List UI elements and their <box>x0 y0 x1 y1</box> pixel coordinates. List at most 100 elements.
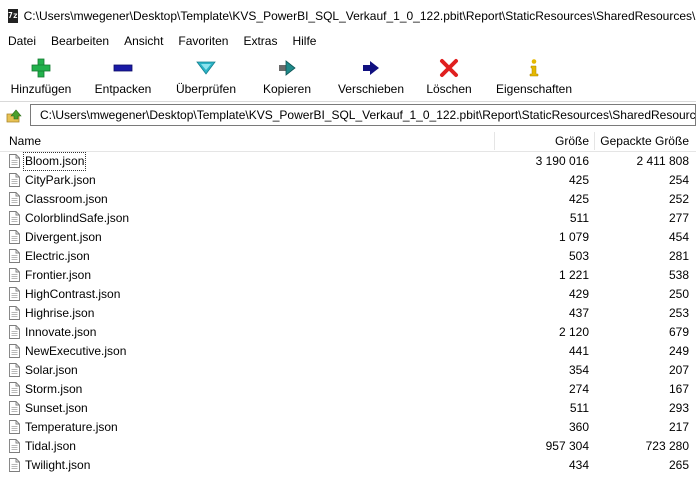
file-list: Name Größe Gepackte Größe Bloom.json 3 19… <box>0 130 696 489</box>
file-name: CityPark.json <box>25 173 96 187</box>
file-row[interactable]: Frontier.json 1 221 538 <box>0 266 696 285</box>
properties-button[interactable]: Eigenschaften <box>486 51 582 101</box>
check-icon <box>196 61 216 75</box>
delete-button[interactable]: Löschen <box>412 51 486 101</box>
delete-label: Löschen <box>426 82 472 96</box>
file-packed-size: 538 <box>668 268 689 282</box>
file-packed-size: 250 <box>668 287 689 301</box>
file-size: 425 <box>568 192 589 206</box>
file-name: NewExecutive.json <box>25 344 127 358</box>
file-size: 2 120 <box>558 325 589 339</box>
menu-hilfe[interactable]: Hilfe <box>284 34 323 48</box>
file-packed-size: 277 <box>668 211 689 225</box>
column-header-packed-size[interactable]: Gepackte Größe <box>600 130 689 152</box>
file-packed-size: 252 <box>668 192 689 206</box>
extract-label: Entpacken <box>94 82 152 96</box>
app-logo-icon: 7z <box>8 8 18 23</box>
file-row[interactable]: Innovate.json 2 120 679 <box>0 323 696 342</box>
file-name: Highrise.json <box>25 306 95 320</box>
up-folder-button[interactable] <box>4 105 24 125</box>
file-packed-size: 679 <box>668 325 689 339</box>
title-bar: 7z C:\Users\mwegener\Desktop\Template\KV… <box>0 0 696 31</box>
toolbar: Hinzufügen Entpacken Überprüfen Kopieren… <box>0 51 696 101</box>
file-row[interactable]: Storm.json 274 167 <box>0 380 696 399</box>
file-name: Temperature.json <box>25 420 118 434</box>
file-row[interactable]: Bloom.json 3 190 016 2 411 808 <box>0 152 696 171</box>
file-icon <box>9 420 20 434</box>
file-size: 1 079 <box>558 230 589 244</box>
move-button[interactable]: Verschieben <box>330 51 412 101</box>
file-packed-size: 249 <box>668 344 689 358</box>
menu-extras[interactable]: Extras <box>235 34 284 48</box>
file-row[interactable]: Highrise.json 437 253 <box>0 304 696 323</box>
move-arrow-icon <box>363 61 379 75</box>
file-icon <box>9 268 20 282</box>
copy-button[interactable]: Kopieren <box>244 51 330 101</box>
file-row[interactable]: Tidal.json 957 304 723 280 <box>0 437 696 456</box>
menu-ansicht[interactable]: Ansicht <box>116 34 170 48</box>
file-name: ColorblindSafe.json <box>25 211 130 225</box>
file-icon <box>9 154 20 168</box>
file-name: Tidal.json <box>25 439 76 453</box>
file-size: 425 <box>568 173 589 187</box>
file-packed-size: 167 <box>668 382 689 396</box>
column-divider[interactable] <box>594 132 595 150</box>
file-icon <box>9 458 20 472</box>
file-icon <box>9 439 20 453</box>
add-label: Hinzufügen <box>10 82 72 96</box>
menu-datei[interactable]: Datei <box>0 34 43 48</box>
file-icon <box>9 401 20 415</box>
test-label: Überprüfen <box>175 82 237 96</box>
properties-label: Eigenschaften <box>495 82 573 96</box>
minus-icon <box>113 64 133 72</box>
file-packed-size: 281 <box>668 249 689 263</box>
file-row[interactable]: NewExecutive.json 441 249 <box>0 342 696 361</box>
file-row[interactable]: Divergent.json 1 079 454 <box>0 228 696 247</box>
file-name: Innovate.json <box>25 325 97 339</box>
file-size: 503 <box>568 249 589 263</box>
file-row[interactable]: Temperature.json 360 217 <box>0 418 696 437</box>
plus-icon <box>31 58 51 78</box>
file-size: 1 221 <box>558 268 589 282</box>
file-packed-size: 454 <box>668 230 689 244</box>
menu-favoriten[interactable]: Favoriten <box>170 34 235 48</box>
file-size: 360 <box>568 420 589 434</box>
extract-button[interactable]: Entpacken <box>78 51 168 101</box>
menu-bar: Datei Bearbeiten Ansicht Favoriten Extra… <box>0 31 696 51</box>
column-divider[interactable] <box>494 132 495 150</box>
file-name: Twilight.json <box>25 458 91 472</box>
column-header-size[interactable]: Größe <box>555 130 589 152</box>
file-icon <box>9 344 20 358</box>
address-input[interactable]: C:\Users\mwegener\Desktop\Template\KVS_P… <box>30 104 696 126</box>
file-packed-size: 254 <box>668 173 689 187</box>
address-path: C:\Users\mwegener\Desktop\Template\KVS_P… <box>40 108 696 122</box>
file-row[interactable]: Solar.json 354 207 <box>0 361 696 380</box>
file-row[interactable]: HighContrast.json 429 250 <box>0 285 696 304</box>
menu-bearbeiten[interactable]: Bearbeiten <box>43 34 116 48</box>
file-row[interactable]: CityPark.json 425 254 <box>0 171 696 190</box>
file-packed-size: 265 <box>668 458 689 472</box>
file-row[interactable]: Classroom.json 425 252 <box>0 190 696 209</box>
file-name: HighContrast.json <box>25 287 121 301</box>
file-packed-size: 217 <box>668 420 689 434</box>
file-size: 3 190 016 <box>535 154 589 168</box>
file-name: Bloom.json <box>23 152 87 171</box>
file-icon <box>9 325 20 339</box>
info-icon <box>529 59 539 77</box>
file-icon <box>9 173 20 187</box>
file-name: Storm.json <box>25 382 83 396</box>
add-button[interactable]: Hinzufügen <box>4 51 78 101</box>
file-row[interactable]: Electric.json 503 281 <box>0 247 696 266</box>
test-button[interactable]: Überprüfen <box>168 51 244 101</box>
file-packed-size: 207 <box>668 363 689 377</box>
file-size: 441 <box>568 344 589 358</box>
file-size: 274 <box>568 382 589 396</box>
file-row[interactable]: ColorblindSafe.json 511 277 <box>0 209 696 228</box>
column-header-name[interactable]: Name <box>9 130 41 152</box>
file-icon <box>9 211 20 225</box>
file-size: 511 <box>569 211 589 225</box>
file-row[interactable]: Twilight.json 434 265 <box>0 456 696 475</box>
file-size: 429 <box>568 287 589 301</box>
file-icon <box>9 382 20 396</box>
file-row[interactable]: Sunset.json 511 293 <box>0 399 696 418</box>
